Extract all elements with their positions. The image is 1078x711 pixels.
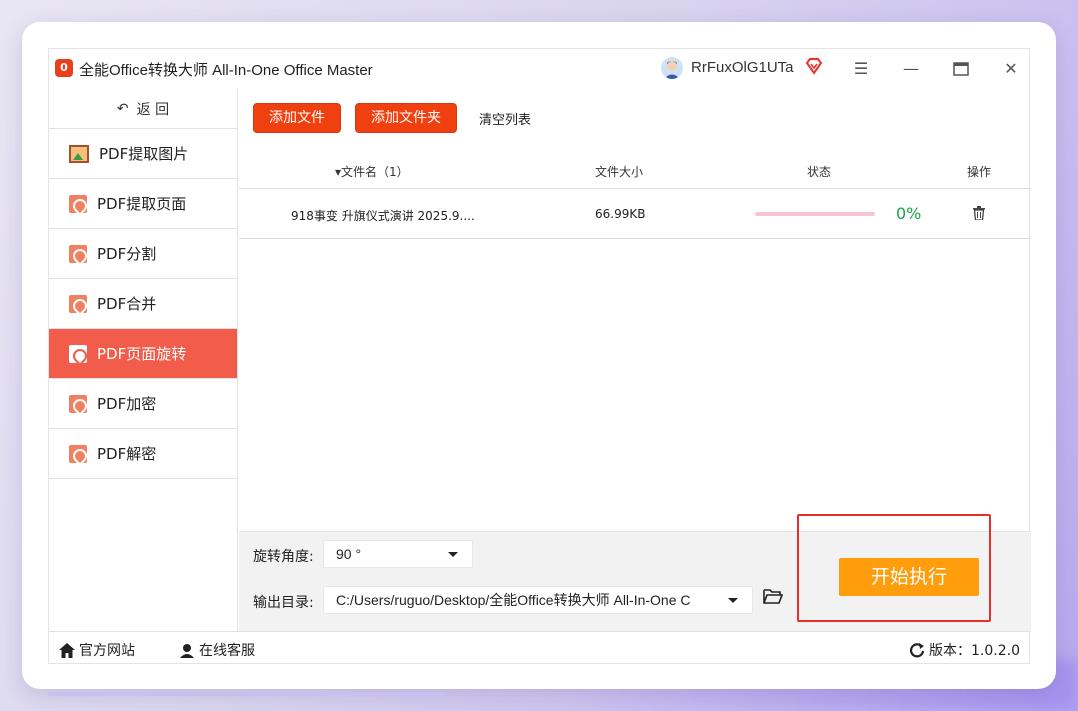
pdf-icon — [69, 394, 87, 413]
main-panel: 添加文件 添加文件夹 清空列表 ▾文件名（1） 文件大小 状态 操作 918事变… — [239, 89, 1031, 631]
sidebar-item-label: PDF加密 — [97, 395, 157, 413]
user-name[interactable]: RrFuxOlG1UTa — [691, 59, 794, 76]
back-button[interactable]: ↶ 返 回 — [49, 89, 237, 129]
start-button[interactable]: 开始执行 — [839, 558, 979, 596]
file-name: 918事变 升旗仪式演讲 2025.9.... — [291, 209, 475, 223]
sidebar-item-merge[interactable]: PDF合并 — [49, 279, 237, 329]
official-website-link[interactable]: 官方网站 — [59, 640, 135, 660]
sidebar-item-split[interactable]: PDF分割 — [49, 229, 237, 279]
refresh-icon — [909, 643, 925, 658]
add-file-button[interactable]: 添加文件 — [253, 103, 341, 133]
title-bar: 0 全能Office转换大师 All-In-One Office Master … — [49, 49, 1029, 89]
pdf-icon — [69, 194, 87, 213]
home-icon — [59, 642, 75, 658]
add-folder-button[interactable]: 添加文件夹 — [355, 103, 457, 133]
pdf-icon — [69, 244, 87, 263]
rotation-angle-select[interactable]: 90 ° — [323, 540, 473, 568]
sidebar-item-label: PDF解密 — [97, 445, 157, 463]
version-info[interactable]: 版本：1.0.2.0 — [909, 640, 1020, 660]
table-row[interactable]: 918事变 升旗仪式演讲 2025.9.... 66.99KB 0% — [239, 189, 1031, 239]
sidebar-item-rotate[interactable]: PDF页面旋转 — [49, 329, 237, 379]
progress-bar — [755, 212, 875, 216]
sidebar-item-label: PDF合并 — [97, 295, 157, 313]
accent-line — [48, 692, 444, 696]
vip-diamond-icon[interactable] — [805, 57, 823, 75]
folder-open-icon[interactable] — [763, 588, 784, 604]
sidebar-item-decrypt[interactable]: PDF解密 — [49, 429, 237, 479]
output-dir-select[interactable]: C:/Users/ruguo/Desktop/全能Office转换大师 All-… — [323, 586, 753, 614]
rotation-angle-label: 旋转角度: — [253, 549, 314, 565]
sidebar-item-label: PDF提取图片 — [99, 145, 189, 163]
sidebar: ↶ 返 回 PDF提取图片 PDF提取页面 PDF分割 PDF合并 PDF页面旋… — [49, 89, 238, 631]
toolbar: 添加文件 添加文件夹 清空列表 — [253, 103, 531, 133]
trash-icon[interactable] — [973, 206, 985, 221]
image-icon — [69, 144, 89, 163]
close-button[interactable]: ✕ — [997, 57, 1025, 81]
sidebar-item-label: PDF分割 — [97, 245, 157, 263]
column-header-name[interactable]: ▾文件名（1） — [335, 163, 409, 180]
column-header-status: 状态 — [807, 165, 832, 179]
file-size: 66.99KB — [595, 207, 646, 221]
app-logo-icon: 0 — [55, 59, 73, 77]
app-window: 0 全能Office转换大师 All-In-One Office Master … — [48, 48, 1031, 665]
app-title: 全能Office转换大师 All-In-One Office Master — [79, 62, 373, 79]
sidebar-item-extract-pages[interactable]: PDF提取页面 — [49, 179, 237, 229]
menu-icon[interactable]: ☰ — [847, 57, 875, 81]
sidebar-item-encrypt[interactable]: PDF加密 — [49, 379, 237, 429]
column-header-action: 操作 — [967, 165, 992, 179]
settings-panel: 旋转角度: 90 ° 输出目录: C:/Users/ruguo/Desktop/… — [239, 514, 1031, 631]
footer: 官方网站 在线客服 版本：1.0.2.0 — [49, 631, 1031, 665]
chevron-down-icon — [728, 598, 738, 603]
sidebar-item-extract-images[interactable]: PDF提取图片 — [49, 129, 237, 179]
progress-percent: 0% — [896, 204, 922, 223]
online-support-link[interactable]: 在线客服 — [179, 640, 255, 660]
column-header-size: 文件大小 — [595, 165, 644, 179]
pdf-icon — [69, 344, 87, 363]
output-dir-label: 输出目录: — [253, 595, 314, 611]
sidebar-item-label: PDF提取页面 — [97, 195, 187, 213]
user-support-icon — [180, 643, 194, 658]
clear-list-button[interactable]: 清空列表 — [479, 109, 531, 128]
back-arrow-icon: ↶ — [116, 100, 129, 117]
avatar[interactable] — [661, 57, 683, 79]
table-header: ▾文件名（1） 文件大小 状态 操作 — [239, 151, 1031, 189]
maximize-button[interactable] — [947, 57, 975, 81]
pdf-icon — [69, 294, 87, 313]
pdf-icon — [69, 444, 87, 463]
sidebar-item-label: PDF页面旋转 — [97, 345, 187, 363]
minimize-button[interactable]: — — [897, 57, 925, 81]
back-label: 返 回 — [136, 101, 170, 118]
chevron-down-icon — [448, 552, 458, 557]
